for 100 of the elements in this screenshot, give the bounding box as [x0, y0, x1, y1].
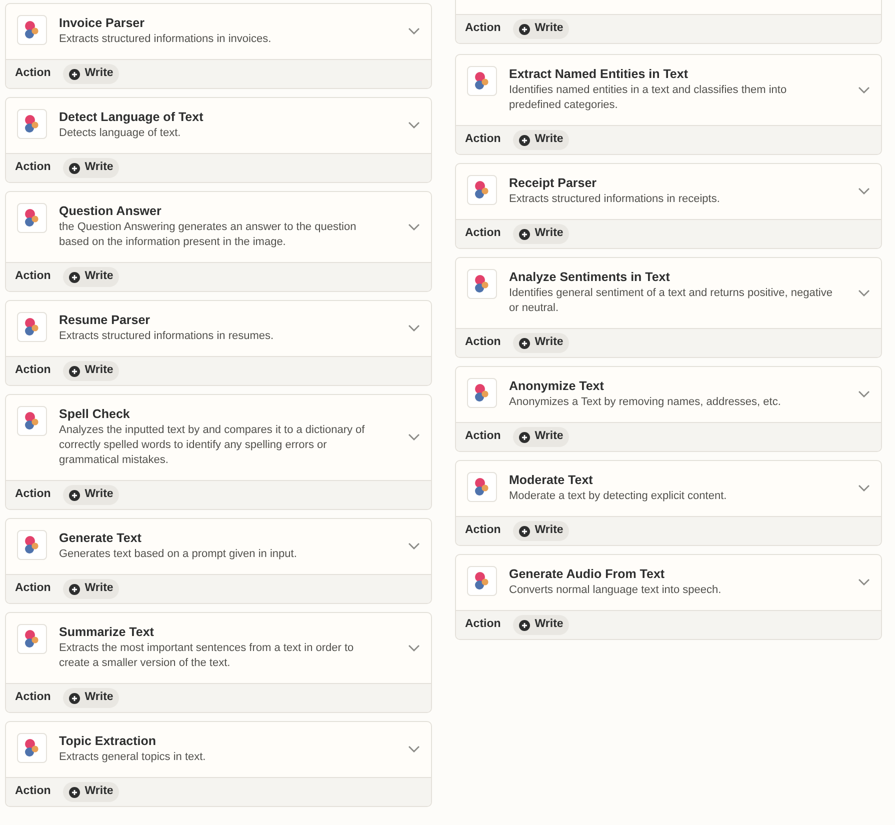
write-badge: Write: [512, 615, 570, 635]
plus-circle-icon: [68, 272, 80, 282]
action-card[interactable]: Invoice Parser Extracts structured informations in invoices. Action Write: [5, 3, 432, 89]
app-logo-icon: [17, 15, 47, 45]
footer-label: Action: [465, 226, 501, 242]
card-description: Anonymizes a Text by removing names, addresses, etc.: [509, 395, 782, 410]
footer-label: Action: [15, 581, 51, 596]
app-logo-icon: [17, 203, 47, 233]
action-card[interactable]: Spell Check Analyzes the inputted text by and compares it to a dictionary of correctly spelled words to identify any spelling errors or grammatical mistakes. Action Write: [5, 394, 432, 510]
plus-circle-icon: [68, 162, 80, 174]
chevron-down-icon[interactable]: [408, 324, 420, 332]
app-logo-icon: [17, 624, 47, 654]
card-title: Moderate Text: [509, 472, 594, 489]
chevron-down-icon[interactable]: [408, 542, 420, 550]
card-description: Identifies general sentiment of a text and returns positive, negative or neutral.: [509, 286, 834, 316]
plus-circle-icon: [68, 490, 80, 500]
chevron-down-icon[interactable]: [858, 86, 870, 94]
write-badge: Write: [512, 19, 570, 39]
write-badge: Write: [62, 688, 120, 708]
footer-label: Action: [15, 160, 51, 176]
footer-label: Action: [15, 690, 51, 706]
action-card[interactable]: Resume Parser Extracts structured informations in resumes. Action Write: [5, 300, 432, 386]
plus-circle-icon: [518, 338, 530, 348]
action-card[interactable]: Topic Extraction Extracts general topics in text. Action Write: [5, 721, 432, 807]
card-description: Converts normal language text into speech.: [509, 583, 722, 598]
action-card[interactable]: Question Answer the Question Answering generates an answer to the question based on the information present in the image. Action Write: [5, 191, 432, 292]
card-description: Identifies named entities in a text and classifies them into predefined categories.: [509, 83, 788, 113]
card-title: Anonymize Text: [509, 378, 605, 395]
action-card[interactable]: Analyze Sentiments in Text Identifies general sentiment of a text and returns positive, negative or neutral. Action Write: [455, 257, 882, 358]
write-badge: Write: [62, 361, 120, 381]
write-badge: Write: [62, 485, 120, 505]
footer-label: Action: [465, 132, 501, 148]
write-badge: Write: [62, 782, 120, 802]
card-description: Detects language of text.: [59, 126, 182, 141]
action-card[interactable]: Anonymize Text Anonymizes a Text by removing names, addresses, etc. Action Write: [455, 366, 882, 452]
card-description: Extracts structured informations in receipts.: [509, 192, 721, 207]
app-logo-icon: [17, 109, 47, 139]
write-badge: Write: [512, 427, 570, 447]
footer-label: Action: [465, 429, 501, 444]
plus-circle-icon: [518, 24, 530, 34]
card-title: Summarize Text: [59, 624, 155, 641]
card-description: Extracts structured informations in resumes.: [59, 329, 275, 344]
card-description: Analyzes the inputted text by and compares it to a dictionary of correctly spelled words to identify any spelling errors or grammatical mistakes.: [59, 423, 366, 468]
footer-label: Action: [465, 21, 501, 36]
plus-circle-icon: [518, 432, 530, 442]
card-description: Extracts the most important sentences from a text in order to create a smaller version of the text.: [59, 641, 355, 671]
card-description: Extracts general topics in text.: [59, 750, 207, 765]
chevron-down-icon[interactable]: [858, 390, 870, 398]
action-card[interactable]: Generate Text Generates text based on a prompt given in input. Action Write: [5, 518, 432, 604]
chevron-down-icon[interactable]: [858, 578, 870, 586]
card-title: Analyze Sentiments in Text: [509, 269, 671, 286]
card-description: Moderate a text by detecting explicit content.: [509, 489, 728, 504]
card-title: Receipt Parser: [509, 175, 598, 192]
card-description: the Question Answering generates an answer to the question based on the information present in the image.: [59, 220, 358, 250]
app-logo-icon: [17, 406, 47, 436]
chevron-down-icon[interactable]: [408, 745, 420, 753]
chevron-down-icon[interactable]: [408, 27, 420, 35]
card-title: Detect Language of Text: [59, 109, 204, 126]
footer-label: Action: [15, 784, 51, 800]
card-title: Spell Check: [59, 406, 131, 423]
chevron-down-icon[interactable]: [858, 187, 870, 195]
action-card[interactable]: Detect Language of Text Detects language of text. Action Write: [5, 97, 432, 183]
chevron-down-icon[interactable]: [408, 644, 420, 652]
card-title: Generate Audio From Text: [509, 566, 666, 583]
chevron-down-icon[interactable]: [858, 484, 870, 492]
chevron-down-icon[interactable]: [408, 433, 420, 441]
write-badge: Write: [512, 521, 570, 541]
card-title: Generate Text: [59, 530, 142, 547]
footer-label: Action: [15, 363, 51, 378]
action-card[interactable]: Generate Audio From Text Converts normal language text into speech. Action Write: [455, 554, 882, 640]
plus-circle-icon: [68, 68, 80, 80]
write-badge: Write: [512, 224, 570, 244]
action-card[interactable]: Extract Named Entities in Text Identifies named entities in a text and classifies them into predefined categories. Action Write: [455, 54, 882, 155]
plus-circle-icon: [68, 366, 80, 376]
plus-circle-icon: [518, 526, 530, 536]
app-logo-icon: [467, 566, 497, 596]
action-card[interactable]: Moderate Text Moderate a text by detecting explicit content. Action Write: [455, 460, 882, 546]
write-badge: Write: [62, 267, 120, 287]
card-title: Topic Extraction: [59, 733, 158, 750]
app-logo-icon: [17, 733, 47, 763]
write-badge: Write: [62, 158, 120, 178]
plus-circle-icon: [518, 134, 530, 146]
footer-label: Action: [15, 269, 51, 284]
app-logo-icon: [467, 472, 497, 502]
card-title: Question Answer: [59, 203, 162, 220]
app-logo-icon: [17, 312, 47, 342]
chevron-down-icon[interactable]: [408, 121, 420, 129]
plus-circle-icon: [518, 620, 530, 630]
app-logo-icon: [467, 269, 497, 299]
app-logo-icon: [467, 378, 497, 408]
chevron-down-icon[interactable]: [858, 288, 870, 296]
plus-circle-icon: [68, 786, 80, 798]
action-card[interactable]: Action Write: [455, 0, 882, 44]
chevron-down-icon[interactable]: [408, 222, 420, 230]
write-badge: Write: [512, 130, 570, 150]
footer-label: Action: [465, 335, 501, 350]
app-logo-icon: [467, 66, 497, 96]
action-card[interactable]: Summarize Text Extracts the most important sentences from a text in order to create a smaller version of the text. Action Write: [5, 612, 432, 713]
write-badge: Write: [62, 579, 120, 599]
action-card[interactable]: Receipt Parser Extracts structured informations in receipts. Action Write: [455, 163, 882, 249]
